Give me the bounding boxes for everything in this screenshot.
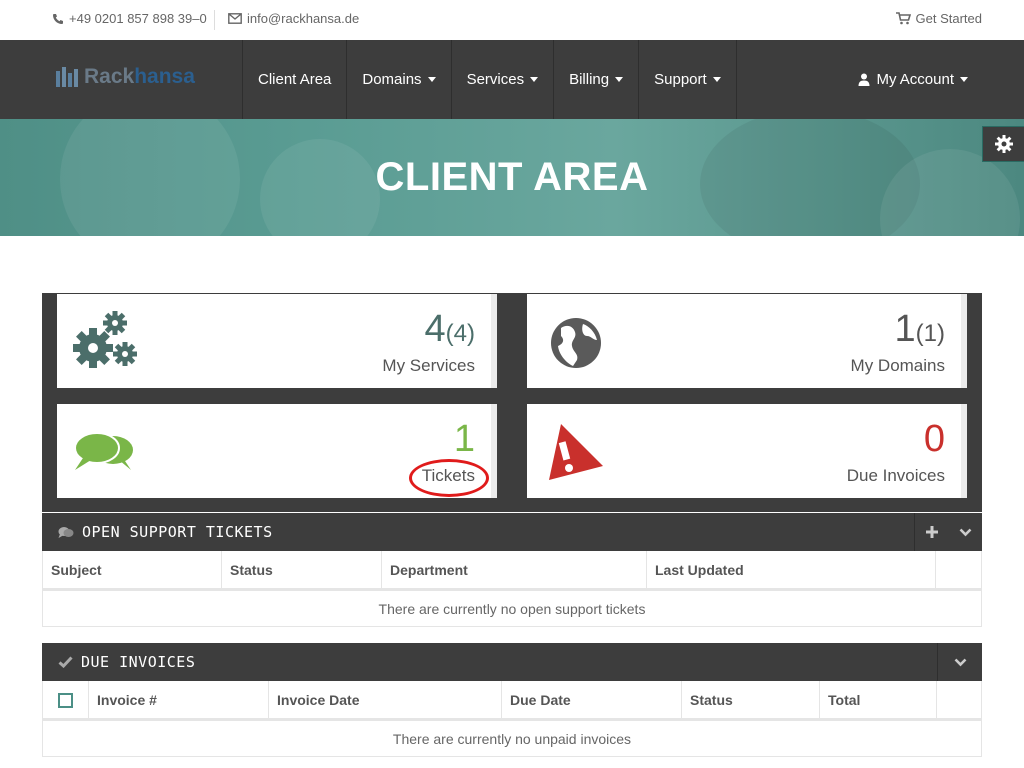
collapse-tickets-button[interactable] [948,513,982,551]
phone-contact[interactable]: +49 0201 857 898 39–0 [52,11,207,26]
warning-icon [549,424,603,480]
column-subject[interactable]: Subject [43,551,222,589]
caret-down-icon [530,77,539,82]
nav-menu: Client Area Domains Services Billing Sup… [242,40,737,119]
tile-edge [491,404,497,498]
due-invoices-title: DUE INVOICES [81,653,196,671]
tile-edge [491,294,497,388]
select-all-checkbox[interactable] [58,692,73,708]
nav-item-support[interactable]: Support [638,40,737,119]
column-invoice-date[interactable]: Invoice Date [269,681,502,719]
hero-banner: CLIENT AREA [0,119,1024,236]
topbar-divider [214,10,215,30]
gears-icon [73,311,137,368]
column-actions [936,551,981,589]
email-contact[interactable]: info@rackhansa.de [228,11,359,26]
tile-my-services[interactable]: 4(4) My Services [57,294,497,388]
column-select-all [43,681,89,719]
services-count-value: 4 [424,308,446,350]
caret-down-icon [960,77,968,82]
column-last-updated[interactable]: Last Updated [647,551,936,589]
chevron-down-icon [954,658,966,666]
services-label: My Services [382,356,475,375]
collapse-invoices-button[interactable] [937,643,982,681]
domains-count: 1(1) [895,308,945,351]
nav-label-support: Support [654,71,707,88]
caret-down-icon [427,77,436,82]
gear-icon [994,135,1013,153]
domains-count-value: 1 [894,308,916,350]
invoices-table-header: Invoice # Invoice Date Due Date Status T… [42,681,982,719]
nav-label-services: Services [466,71,525,88]
get-started-label: Get Started [915,11,982,26]
panel-tools [937,643,982,681]
chat-bubbles-icon [74,432,133,470]
invoices-label: Due Invoices [846,466,945,485]
globe-icon [551,318,601,368]
services-count: 4(4) [425,308,475,351]
tickets-table-header: Subject Status Department Last Updated [42,551,982,589]
phone-number: +49 0201 857 898 39–0 [69,11,207,26]
check-icon [58,656,73,668]
rackhansa-logo[interactable]: Rackhansa [56,65,195,89]
services-total-value: (4) [445,320,475,347]
nav-item-client-area[interactable]: Client Area [242,40,346,119]
page-title: CLIENT AREA [375,155,649,199]
open-tickets-panel: OPEN SUPPORT TICKETS Subject Status Depa… [42,513,982,627]
caret-down-icon [712,77,721,82]
panel-tools [914,513,982,551]
user-icon [858,73,870,86]
column-department[interactable]: Department [382,551,647,589]
invoices-count: 0 [923,418,945,460]
domains-total-value: (1) [915,320,945,347]
nav-label-domains: Domains [362,71,422,88]
highlight-annotation-ring [409,459,489,497]
column-status[interactable]: Status [222,551,382,589]
due-invoices-panel: DUE INVOICES Invoice # Invoice Date Due … [42,643,982,757]
tile-due-invoices[interactable]: 0 Due Invoices [527,404,967,498]
nav-label-client-area: Client Area [258,71,332,88]
my-account-label: My Account [876,71,954,88]
envelope-icon [228,13,242,24]
tickets-count: 1 [453,418,475,460]
tile-edge [961,404,967,498]
nav-item-domains[interactable]: Domains [346,40,450,119]
my-account-menu[interactable]: My Account [858,40,968,119]
tickets-empty-message: There are currently no open support tick… [42,589,982,627]
invoices-empty-message: There are currently no unpaid invoices [42,719,982,757]
plus-icon [925,526,938,538]
logo-bars-icon [56,67,78,87]
email-address: info@rackhansa.de [247,11,360,26]
main-navbar: Rackhansa Client Area Domains Services B… [0,40,1024,119]
phone-icon [53,13,63,24]
column-invoice-number[interactable]: Invoice # [89,681,269,719]
due-invoices-header: DUE INVOICES [42,643,982,681]
cart-icon [895,12,911,25]
column-actions [937,681,981,719]
column-due-date[interactable]: Due Date [502,681,682,719]
get-started-link[interactable]: Get Started [895,11,982,26]
top-bar: +49 0201 857 898 39–0 info@rackhansa.de … [0,0,1024,40]
open-tickets-title: OPEN SUPPORT TICKETS [82,523,273,541]
open-tickets-header: OPEN SUPPORT TICKETS [42,513,982,551]
logo-text-rack: Rack [84,65,135,88]
comments-icon [58,526,74,538]
tile-my-domains[interactable]: 1(1) My Domains [527,294,967,388]
column-total[interactable]: Total [820,681,937,719]
caret-down-icon [615,77,624,82]
column-status[interactable]: Status [682,681,820,719]
chevron-down-icon [959,528,971,536]
logo-text-hansa: hansa [134,65,195,88]
add-ticket-button[interactable] [914,513,948,551]
nav-item-services[interactable]: Services [450,40,554,119]
stats-panel: 4(4) My Services 1(1) My Domains 1 Ticke… [42,293,982,512]
settings-toggle[interactable] [982,126,1024,162]
nav-label-billing: Billing [569,71,610,88]
domains-label: My Domains [850,356,945,375]
nav-item-billing[interactable]: Billing [553,40,638,119]
tile-edge [961,294,967,388]
